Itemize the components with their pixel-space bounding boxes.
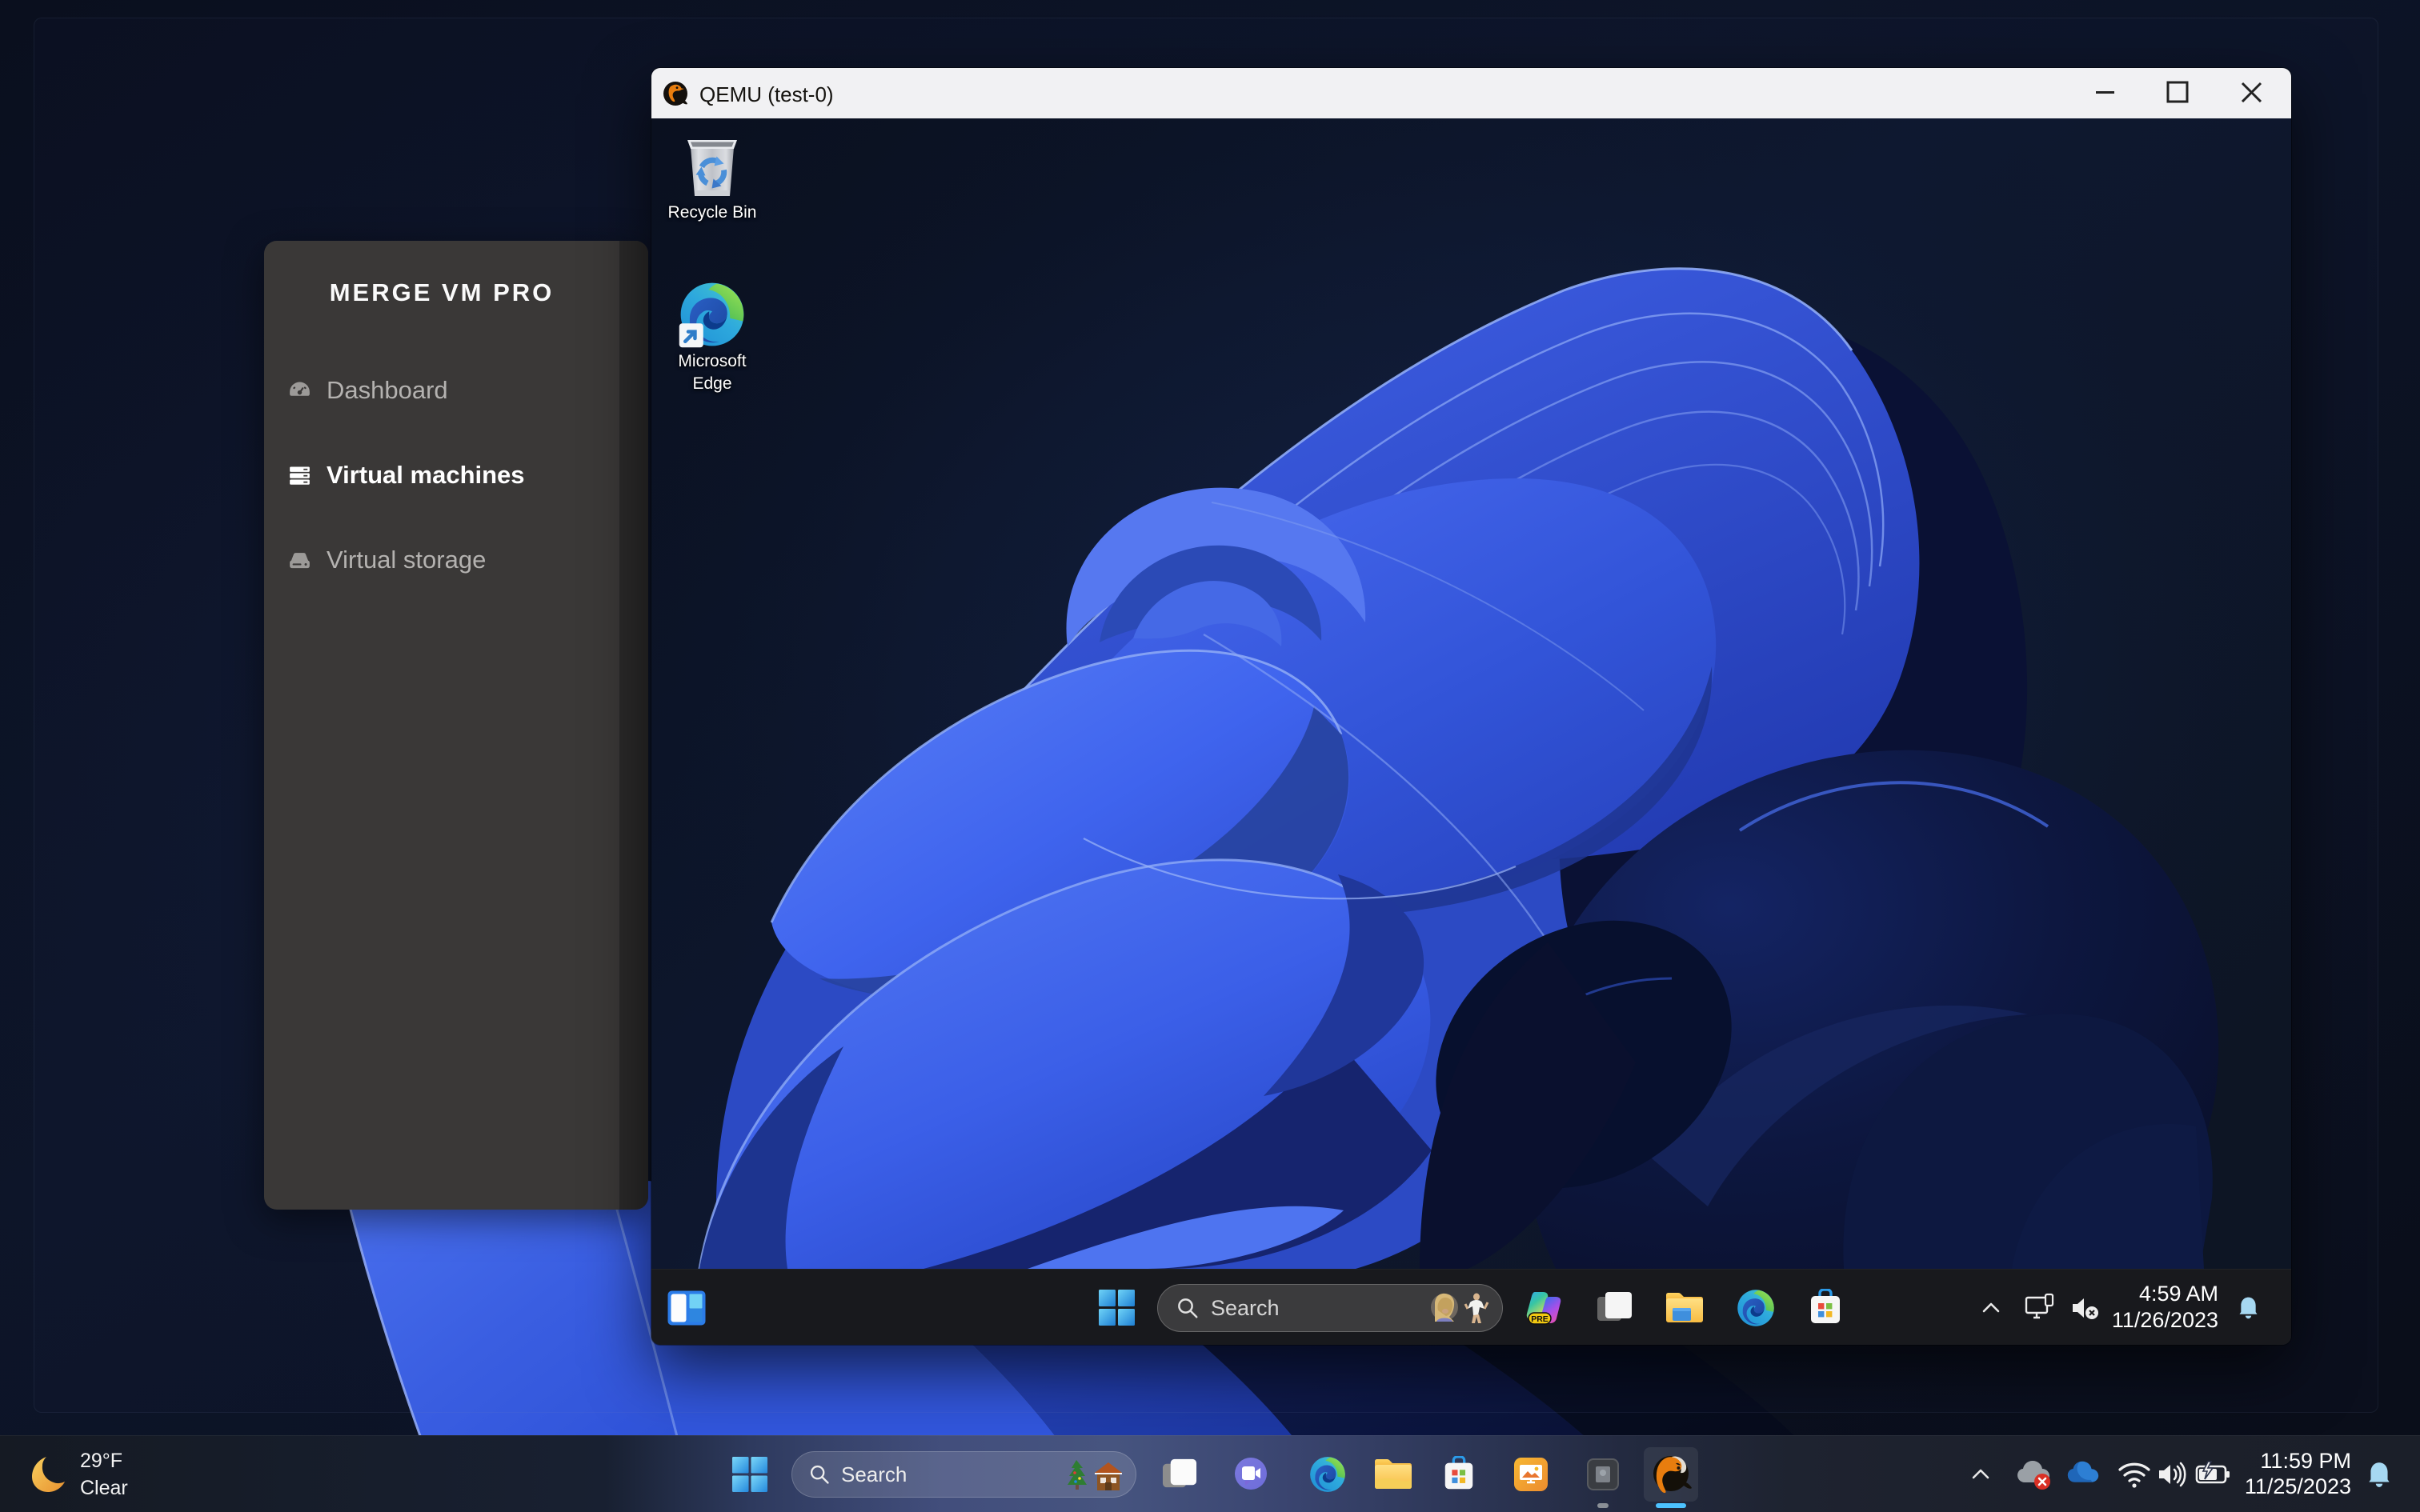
svg-text:PRE: PRE: [1531, 1314, 1549, 1324]
